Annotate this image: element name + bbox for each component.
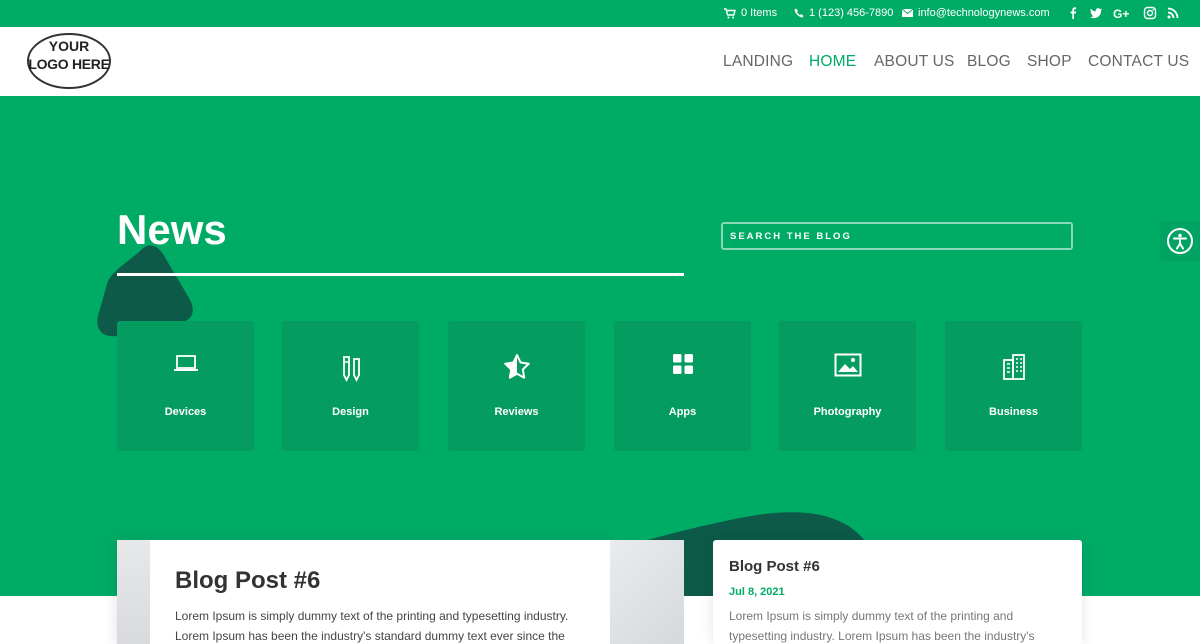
hero-section: News Devices Design Reviews Apps Photogr… [0,96,1200,596]
email-link[interactable]: info@technologynews.com [902,7,1050,19]
nav-shop[interactable]: SHOP [1027,53,1072,71]
post-title[interactable]: Blog Post #6 [175,567,320,595]
star-icon [503,354,530,379]
twitter-icon[interactable] [1089,6,1103,20]
nav-blog[interactable]: BLOG [967,53,1011,71]
phone-link[interactable]: 1 (123) 456-7890 [794,7,893,19]
nav-home[interactable]: HOME [809,53,856,71]
category-design[interactable]: Design [282,321,419,451]
facebook-icon[interactable] [1066,6,1080,20]
accessibility-icon [1167,228,1193,254]
top-bar: 0 Items 1 (123) 456-7890 info@technology… [0,0,1200,27]
category-apps[interactable]: Apps [614,321,751,451]
logo-line-1: YOUR [48,38,90,54]
cart-icon [724,7,736,18]
email-address: info@technologynews.com [918,7,1050,19]
grid-icon [672,354,693,374]
post-date: Jul 8, 2021 [729,586,785,598]
category-photography[interactable]: Photography [779,321,916,451]
phone-number: 1 (123) 456-7890 [809,7,894,19]
title-underline [117,273,684,276]
image-icon [834,353,861,377]
category-reviews[interactable]: Reviews [448,321,585,451]
envelope-icon [902,9,913,17]
side-post-card[interactable]: Blog Post #6 Jul 8, 2021 Lorem Ipsum is … [713,540,1082,644]
building-icon [1002,354,1025,380]
category-business[interactable]: Business [945,321,1082,451]
post-image-edge [610,540,684,644]
post-title[interactable]: Blog Post #6 [729,558,820,575]
pencil-pen-icon [342,356,360,383]
featured-post-card[interactable]: Blog Post #6 Lorem Ipsum is simply dummy… [117,540,684,644]
category-label: Reviews [494,406,539,418]
nav-landing[interactable]: LANDING [723,53,793,71]
rss-icon[interactable] [1166,6,1180,20]
logo-line-2: LOGO HERE [28,56,110,72]
category-label: Business [989,406,1038,418]
nav-about-us[interactable]: ABOUT US [874,53,955,71]
category-label: Devices [164,406,207,418]
category-label: Photography [813,406,882,418]
instagram-icon[interactable] [1143,6,1157,20]
site-header: YOUR LOGO HERE LANDING HOME ABOUT US BLO… [0,27,1200,96]
accessibility-button[interactable] [1160,221,1200,261]
cart-count: 0 Items [741,7,778,19]
category-label: Apps [668,406,697,418]
blog-search-input[interactable] [721,222,1073,250]
phone-icon [794,8,804,18]
category-label: Design [332,406,369,418]
category-devices[interactable]: Devices [117,321,254,451]
svg-text:G+: G+ [1113,7,1129,20]
post-excerpt: Lorem Ipsum is simply dummy text of the … [729,609,1035,643]
post-image [117,540,150,644]
nav-contact-us[interactable]: CONTACT US [1088,53,1189,71]
laptop-icon [173,355,198,371]
cart-link[interactable]: 0 Items [724,7,777,19]
google-plus-icon[interactable]: G+ [1113,6,1131,20]
post-excerpt: Lorem Ipsum is simply dummy text of the … [175,609,569,643]
page-title: News [117,206,227,253]
